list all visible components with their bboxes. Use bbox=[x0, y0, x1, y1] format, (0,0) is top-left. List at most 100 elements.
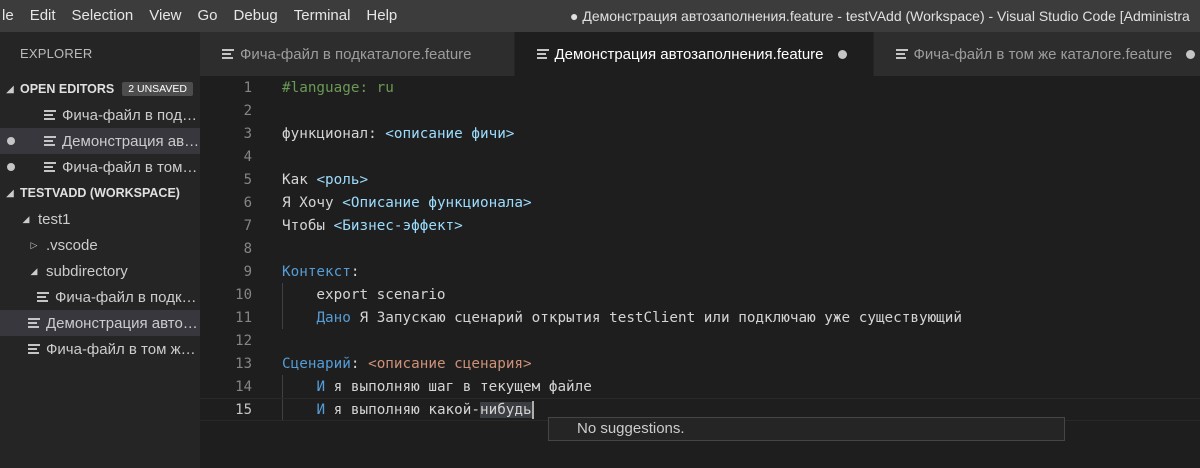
line-number: 4 bbox=[243, 148, 252, 165]
code-line[interactable]: 8 bbox=[200, 237, 1200, 260]
code-line[interactable]: 11 Дано Я Запускаю сценарий открытия tes… bbox=[200, 306, 1200, 329]
menu-file[interactable]: le bbox=[0, 0, 22, 32]
code-line[interactable]: 14 И я выполняю шаг в текущем файле bbox=[200, 375, 1200, 398]
open-editors-title: OPEN EDITORS bbox=[20, 82, 115, 96]
line-number: 12 bbox=[235, 332, 252, 349]
line-number: 2 bbox=[243, 102, 252, 119]
code-line[interactable]: 4 bbox=[200, 145, 1200, 168]
unsaved-dot-icon[interactable] bbox=[837, 49, 847, 59]
tab-autocomplete-demo[interactable]: Демонстрация автозаполнения.feature bbox=[514, 32, 874, 76]
text-cursor bbox=[531, 400, 534, 419]
chevron-down-icon: ◢ bbox=[30, 265, 38, 276]
folder-label: subdirectory bbox=[46, 262, 128, 280]
file-lines-icon bbox=[44, 162, 56, 172]
folder-vscode[interactable]: ▷ .vscode bbox=[0, 232, 200, 258]
code-token: функционал: bbox=[282, 125, 386, 142]
menu-selection[interactable]: Selection bbox=[64, 0, 142, 32]
file-lines-icon bbox=[28, 344, 40, 354]
code-token: Контекст bbox=[282, 263, 351, 280]
line-code: #language: ru bbox=[282, 80, 394, 96]
file-lines-icon bbox=[37, 292, 49, 302]
code-line[interactable]: 9 Контекст: bbox=[200, 260, 1200, 283]
tab-label: Фича-файл в том же каталоге.feature bbox=[913, 45, 1173, 63]
code-token: : bbox=[350, 263, 360, 280]
menu-go[interactable]: Go bbox=[190, 0, 226, 32]
unsaved-dot-icon[interactable] bbox=[1186, 49, 1196, 59]
code-token: : bbox=[350, 355, 369, 372]
file-lines-icon bbox=[44, 136, 56, 146]
code-line[interactable]: 12 bbox=[200, 329, 1200, 352]
unsaved-dot-icon[interactable] bbox=[7, 163, 15, 171]
tab-same-dir-feature[interactable]: Фича-файл в том же каталоге.feature bbox=[873, 32, 1200, 76]
open-editors-header[interactable]: ◢ OPEN EDITORS 2 UNSAVED bbox=[0, 76, 200, 102]
code-line[interactable]: 1 #language: ru bbox=[200, 76, 1200, 99]
code-line[interactable]: 7 Чтобы <Бизнес-эффект> bbox=[200, 214, 1200, 237]
line-number: 5 bbox=[243, 171, 252, 188]
open-editor-item[interactable]: Демонстрация ав… bbox=[0, 128, 200, 154]
line-number: 8 bbox=[243, 240, 252, 257]
tab-subdirectory-feature[interactable]: Фича-файл в подкаталоге.feature bbox=[200, 32, 515, 76]
suggest-widget: No suggestions. bbox=[548, 417, 1065, 441]
code-editor[interactable]: 1 #language: ru 2 3 функционал: <описание фи… bbox=[200, 76, 1200, 468]
code-token: Чтобы bbox=[282, 217, 334, 234]
code-token: И bbox=[316, 378, 326, 395]
file-label: Фича-файл в том ж… bbox=[46, 340, 196, 358]
line-number: 1 bbox=[243, 79, 252, 96]
code-line[interactable]: 3 функционал: <описание фичи> bbox=[200, 122, 1200, 145]
line-number: 15 bbox=[235, 401, 252, 418]
tab-label: Фича-файл в подкаталоге.feature bbox=[240, 45, 472, 63]
line-code: И я выполняю шаг в текущем файле bbox=[282, 378, 591, 395]
line-number: 6 bbox=[243, 194, 252, 211]
folder-label: .vscode bbox=[46, 236, 98, 254]
window-title: ● Демонстрация автозаполнения.feature - … bbox=[570, 8, 1190, 24]
file-lines-icon bbox=[44, 110, 56, 120]
code-token: Как bbox=[282, 171, 317, 188]
code-line[interactable]: 2 bbox=[200, 99, 1200, 122]
line-code: export scenario bbox=[282, 286, 446, 303]
file-item[interactable]: Демонстрация авто… bbox=[0, 310, 200, 336]
open-editor-item[interactable]: Фича-файл в том… bbox=[0, 154, 200, 180]
explorer-sidebar: EXPLORER ◢ OPEN EDITORS 2 UNSAVED Фича-ф… bbox=[0, 32, 200, 468]
menu-help[interactable]: Help bbox=[358, 0, 405, 32]
line-code: Чтобы <Бизнес-эффект> bbox=[282, 218, 463, 234]
code-line[interactable]: 6 Я Хочу <Описание функционала> bbox=[200, 191, 1200, 214]
menu-bar: le Edit Selection View Go Debug Terminal… bbox=[0, 0, 405, 32]
menu-view[interactable]: View bbox=[141, 0, 189, 32]
code-token: <описание фичи> bbox=[385, 125, 515, 142]
folder-test1[interactable]: ◢ test1 bbox=[0, 206, 200, 232]
code-token: Сценарий bbox=[282, 355, 351, 372]
code-line[interactable]: 10 export scenario bbox=[200, 283, 1200, 306]
line-number: 14 bbox=[235, 378, 252, 395]
file-lines-icon bbox=[536, 49, 549, 59]
line-code: Дано Я Запускаю сценарий открытия testCl… bbox=[282, 310, 962, 326]
file-lines-icon bbox=[895, 49, 908, 59]
title-bar: le Edit Selection View Go Debug Terminal… bbox=[0, 0, 1200, 32]
file-label: Фича-файл в подк… bbox=[55, 288, 197, 306]
code-token: Я Запускаю сценарий открытия testClient … bbox=[350, 309, 963, 326]
file-item[interactable]: Фича-файл в том ж… bbox=[0, 336, 200, 362]
chevron-down-icon: ◢ bbox=[22, 213, 30, 224]
code-token: И bbox=[316, 401, 326, 418]
code-line[interactable]: 5 Как <роль> bbox=[200, 168, 1200, 191]
line-code: Как <роль> bbox=[282, 172, 368, 188]
code-token: <роль> bbox=[316, 171, 369, 188]
file-item[interactable]: Фича-файл в подк… bbox=[0, 284, 200, 310]
chevron-down-icon: ◢ bbox=[6, 187, 14, 199]
workspace-header[interactable]: ◢ TESTVADD (WORKSPACE) bbox=[0, 180, 200, 206]
menu-edit[interactable]: Edit bbox=[22, 0, 64, 32]
code-token: <Описание функционала> bbox=[342, 194, 532, 211]
code-line[interactable]: 13 Сценарий: <описание сценария> bbox=[200, 352, 1200, 375]
folder-subdirectory[interactable]: ◢ subdirectory bbox=[0, 258, 200, 284]
open-editor-label: Демонстрация ав… bbox=[62, 132, 200, 150]
open-editor-item[interactable]: Фича-файл в подк… bbox=[0, 102, 200, 128]
unsaved-dot-icon[interactable] bbox=[7, 137, 15, 145]
code-token: я выполняю какой- bbox=[325, 401, 480, 418]
line-number: 7 bbox=[243, 217, 252, 234]
menu-terminal[interactable]: Terminal bbox=[286, 0, 359, 32]
line-number: 9 bbox=[243, 263, 252, 280]
menu-debug[interactable]: Debug bbox=[226, 0, 286, 32]
code-token: export scenario bbox=[282, 286, 446, 303]
tab-label: Демонстрация автозаполнения.feature bbox=[554, 45, 824, 63]
